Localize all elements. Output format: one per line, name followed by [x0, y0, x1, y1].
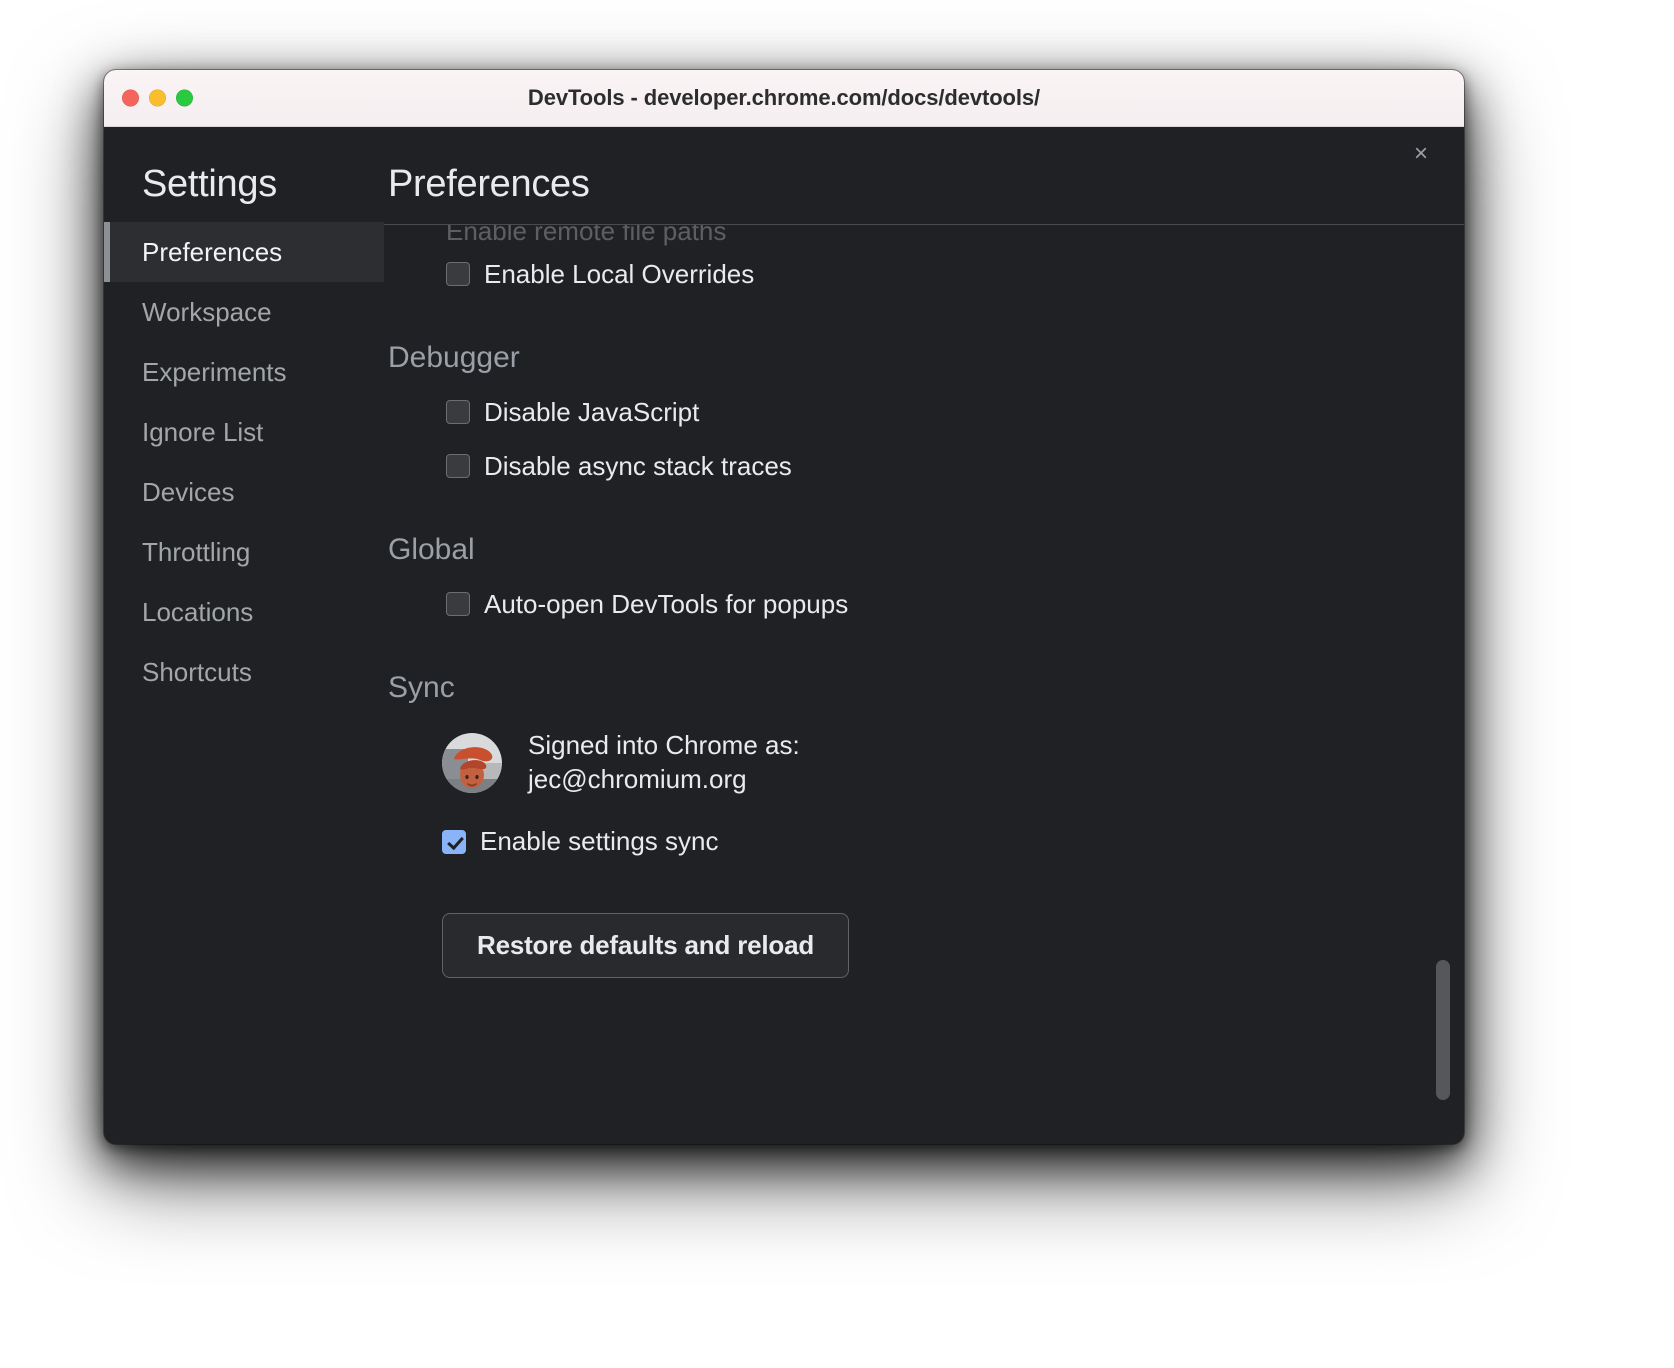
account-email: jec@chromium.org	[528, 763, 800, 797]
setting-enable-settings-sync[interactable]: Enable settings sync	[384, 815, 1408, 869]
clipped-setting-label: Enable remote file paths	[446, 225, 726, 247]
sidebar-item-preferences[interactable]: Preferences	[104, 222, 384, 282]
sidebar-item-label: Devices	[142, 477, 234, 508]
sidebar-item-label: Shortcuts	[142, 657, 252, 688]
settings-sidebar: Settings Preferences Workspace Experimen…	[104, 127, 384, 1144]
scrollbar-track[interactable]	[1436, 225, 1450, 1135]
sidebar-item-locations[interactable]: Locations	[104, 582, 384, 642]
avatar-photo-icon	[442, 733, 502, 793]
checkbox-unchecked-icon[interactable]	[446, 400, 470, 424]
page-title: Preferences	[384, 163, 1464, 224]
checkbox-unchecked-icon[interactable]	[446, 262, 470, 286]
window-titlebar: DevTools - developer.chrome.com/docs/dev…	[104, 70, 1464, 127]
sidebar-list: Preferences Workspace Experiments Ignore…	[104, 222, 384, 702]
setting-label: Enable settings sync	[480, 826, 718, 857]
sidebar-item-workspace[interactable]: Workspace	[104, 282, 384, 342]
devtools-window: DevTools - developer.chrome.com/docs/dev…	[104, 70, 1464, 1144]
account-info: Signed into Chrome as: jec@chromium.org	[528, 729, 800, 797]
sidebar-title: Settings	[104, 163, 384, 222]
section-heading-global: Global	[388, 533, 1408, 567]
traffic-light-controls	[122, 90, 193, 107]
sidebar-item-throttling[interactable]: Throttling	[104, 522, 384, 582]
setting-auto-open-devtools-for-popups[interactable]: Auto-open DevTools for popups	[384, 577, 1408, 631]
sidebar-item-shortcuts[interactable]: Shortcuts	[104, 642, 384, 702]
sidebar-item-label: Ignore List	[142, 417, 263, 448]
checkbox-unchecked-icon[interactable]	[446, 592, 470, 616]
sidebar-item-label: Experiments	[142, 357, 287, 388]
minimize-window-button[interactable]	[149, 90, 166, 107]
settings-dialog: × Settings Preferences Workspace Experim…	[104, 127, 1464, 1144]
section-heading-sync: Sync	[388, 671, 1408, 705]
checkbox-checked-icon[interactable]	[442, 830, 466, 854]
restore-defaults-button[interactable]: Restore defaults and reload	[442, 913, 849, 978]
sidebar-item-label: Locations	[142, 597, 253, 628]
preferences-scroll-area[interactable]: Enable remote file paths Enable Local Ov…	[384, 224, 1464, 1135]
setting-label: Disable async stack traces	[484, 451, 792, 482]
section-heading-debugger: Debugger	[388, 341, 1408, 375]
clipped-setting-row: Enable remote file paths	[384, 225, 1408, 247]
setting-label: Enable Local Overrides	[484, 259, 754, 290]
sidebar-item-devices[interactable]: Devices	[104, 462, 384, 522]
sidebar-item-ignore-list[interactable]: Ignore List	[104, 402, 384, 462]
avatar	[442, 733, 502, 793]
setting-disable-javascript[interactable]: Disable JavaScript	[384, 385, 1408, 439]
scrollbar-thumb[interactable]	[1436, 960, 1450, 1100]
sidebar-item-experiments[interactable]: Experiments	[104, 342, 384, 402]
setting-disable-async-stack-traces[interactable]: Disable async stack traces	[384, 439, 1408, 493]
sidebar-item-label: Preferences	[142, 237, 282, 268]
preferences-panel: Preferences Enable remote file paths Ena…	[384, 127, 1464, 1144]
signed-in-account: Signed into Chrome as: jec@chromium.org	[384, 729, 1408, 797]
checkbox-unchecked-icon[interactable]	[446, 454, 470, 478]
maximize-window-button[interactable]	[176, 90, 193, 107]
close-icon[interactable]: ×	[1404, 137, 1438, 171]
setting-label: Auto-open DevTools for popups	[484, 589, 848, 620]
close-window-button[interactable]	[122, 90, 139, 107]
setting-label: Disable JavaScript	[484, 397, 699, 428]
screenshot-root: DevTools - developer.chrome.com/docs/dev…	[0, 0, 1674, 1368]
sidebar-item-label: Throttling	[142, 537, 250, 568]
signed-in-label: Signed into Chrome as:	[528, 729, 800, 763]
window-title: DevTools - developer.chrome.com/docs/dev…	[104, 85, 1464, 111]
setting-enable-local-overrides[interactable]: Enable Local Overrides	[384, 247, 1408, 301]
sidebar-item-label: Workspace	[142, 297, 272, 328]
restore-defaults-wrap: Restore defaults and reload	[384, 913, 1408, 978]
